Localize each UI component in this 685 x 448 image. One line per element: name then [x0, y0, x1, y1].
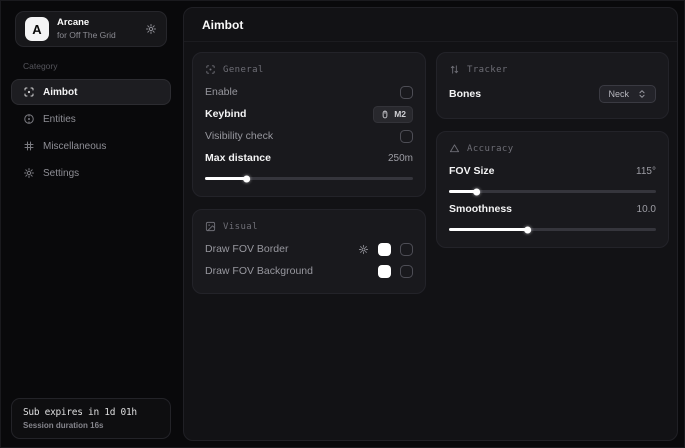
bones-select[interactable]: Neck	[599, 85, 656, 103]
fov-size-slider[interactable]	[449, 190, 656, 193]
fov-border-controls	[358, 243, 413, 256]
smoothness-row: Smoothness 10.0	[449, 198, 656, 220]
fov-border-label: Draw FOV Border	[205, 243, 288, 255]
app-window: A Arcane for Off The Grid Category	[0, 0, 685, 448]
arrows-up-down-icon	[449, 64, 460, 75]
keybind-row: Keybind M2	[205, 103, 413, 125]
bones-selected-value: Neck	[608, 89, 629, 99]
max-distance-value: 250m	[388, 153, 413, 164]
visibility-check-checkbox[interactable]	[400, 130, 413, 143]
slider-thumb[interactable]	[243, 175, 250, 182]
max-distance-slider[interactable]	[205, 177, 413, 180]
grid-icon	[23, 140, 35, 152]
fov-size-label: FOV Size	[449, 165, 495, 177]
fov-background-controls	[378, 265, 413, 278]
image-icon	[205, 221, 216, 232]
slider-thumb[interactable]	[473, 188, 480, 195]
sidebar-item-settings[interactable]: Settings	[11, 160, 171, 186]
bones-label: Bones	[449, 88, 481, 100]
fov-border-checkbox[interactable]	[400, 243, 413, 256]
page-title: Aimbot	[202, 18, 243, 32]
radar-icon	[23, 113, 35, 125]
general-card-title: General	[223, 65, 264, 75]
fov-background-label: Draw FOV Background	[205, 265, 313, 277]
sidebar-nav: Aimbot Entities Miscella	[11, 78, 171, 187]
left-column: General Enable Keybind	[192, 52, 426, 294]
accuracy-card-header: Accuracy	[449, 141, 656, 160]
sidebar-item-label: Aimbot	[43, 87, 77, 98]
crosshair-icon	[23, 86, 35, 98]
sidebar-item-entities[interactable]: Entities	[11, 106, 171, 132]
slider-fill	[205, 177, 247, 180]
tracker-card-title: Tracker	[467, 65, 508, 75]
fov-border-color-swatch[interactable]	[378, 243, 391, 256]
accuracy-card: Accuracy FOV Size 115° Smoothness 10.0	[436, 131, 669, 248]
sidebar: A Arcane for Off The Grid Category	[1, 1, 181, 447]
main-content: General Enable Keybind	[184, 42, 677, 304]
fov-size-row: FOV Size 115°	[449, 160, 656, 182]
gear-icon[interactable]	[145, 23, 157, 35]
mouse-icon	[380, 110, 390, 119]
general-card-header: General	[205, 62, 413, 81]
slider-thumb[interactable]	[524, 226, 531, 233]
fov-size-value: 115°	[636, 166, 656, 177]
enable-checkbox[interactable]	[400, 86, 413, 99]
slider-fill	[449, 228, 528, 231]
fov-background-color-swatch[interactable]	[378, 265, 391, 278]
app-title-block: Arcane for Off The Grid	[57, 18, 116, 40]
visual-card-header: Visual	[205, 219, 413, 238]
max-distance-label: Max distance	[205, 152, 271, 164]
smoothness-slider[interactable]	[449, 228, 656, 231]
category-label: Category	[23, 61, 161, 71]
keybind-value: M2	[394, 109, 406, 119]
app-name: Arcane	[57, 18, 116, 28]
sidebar-item-label: Entities	[43, 114, 76, 125]
tracker-card-header: Tracker	[449, 62, 656, 81]
triangle-icon	[449, 143, 460, 154]
app-logo: A	[25, 17, 49, 41]
visibility-check-label: Visibility check	[205, 130, 273, 142]
max-distance-row: Max distance 250m	[205, 147, 413, 169]
smoothness-label: Smoothness	[449, 203, 512, 215]
app-logo-card: A Arcane for Off The Grid	[15, 11, 167, 47]
main-header: Aimbot	[184, 8, 677, 42]
keybind-label: Keybind	[205, 108, 246, 120]
fov-border-row: Draw FOV Border	[205, 238, 413, 260]
visibility-check-row: Visibility check	[205, 125, 413, 147]
tracker-card: Tracker Bones Neck	[436, 52, 669, 119]
sidebar-item-miscellaneous[interactable]: Miscellaneous	[11, 133, 171, 159]
bones-row: Bones Neck	[449, 81, 656, 107]
keybind-button[interactable]: M2	[373, 106, 413, 123]
subscription-info: Sub expires in 1d 01h Session duration 1…	[11, 398, 171, 439]
crosshair-icon	[205, 64, 216, 75]
chevrons-up-down-icon	[637, 89, 647, 99]
gear-icon	[23, 167, 35, 179]
sub-expiry-text: Sub expires in 1d 01h	[23, 407, 159, 418]
sidebar-item-label: Miscellaneous	[43, 141, 106, 152]
sidebar-item-label: Settings	[43, 168, 79, 179]
sidebar-item-aimbot[interactable]: Aimbot	[11, 79, 171, 105]
general-card: General Enable Keybind	[192, 52, 426, 197]
enable-label: Enable	[205, 86, 238, 98]
slider-fill	[449, 190, 477, 193]
session-duration-text: Session duration 16s	[23, 421, 159, 430]
visual-card: Visual Draw FOV Border	[192, 209, 426, 294]
smoothness-value: 10.0	[637, 204, 656, 215]
accuracy-card-title: Accuracy	[467, 144, 514, 154]
fov-background-row: Draw FOV Background	[205, 260, 413, 282]
app-subtitle: for Off The Grid	[57, 31, 116, 40]
visual-card-title: Visual	[223, 222, 258, 232]
gear-icon[interactable]	[358, 244, 369, 255]
right-column: Tracker Bones Neck	[436, 52, 669, 248]
fov-background-checkbox[interactable]	[400, 265, 413, 278]
enable-row: Enable	[205, 81, 413, 103]
main-panel: Aimbot General	[183, 7, 678, 441]
